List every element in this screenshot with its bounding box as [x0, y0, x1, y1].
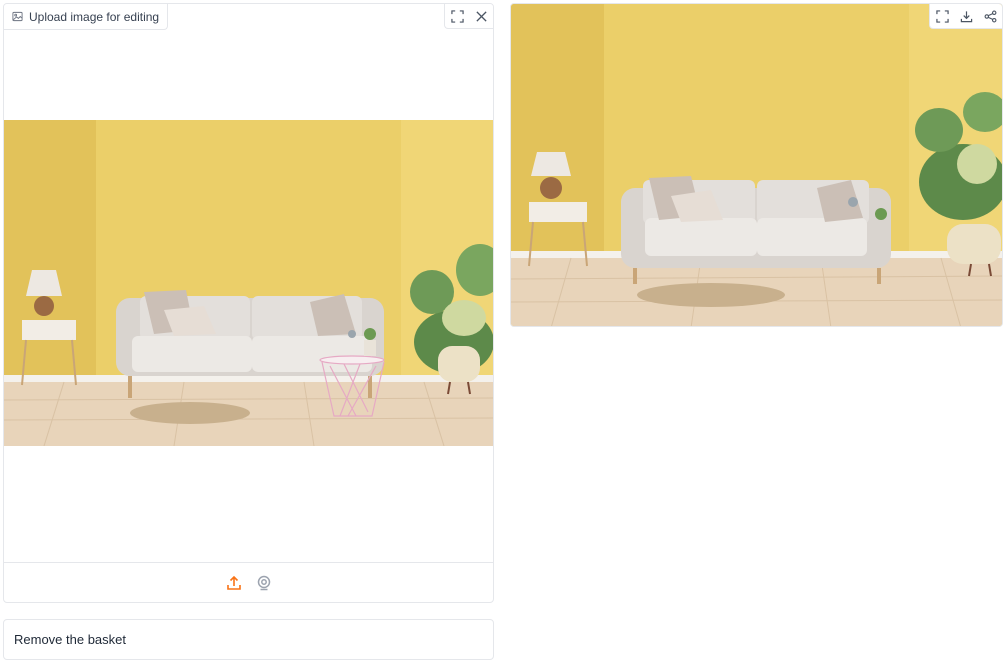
round-rug [130, 402, 250, 424]
download-button[interactable] [954, 4, 978, 28]
image-icon [12, 11, 23, 22]
result-fullscreen-button[interactable] [930, 4, 954, 28]
editor-icon-group [444, 4, 493, 29]
result-icon-group [929, 4, 1002, 29]
result-image [511, 4, 1002, 326]
result-round-rug [637, 283, 785, 307]
prompt-text: Remove the basket [14, 632, 127, 647]
share-icon [984, 10, 996, 22]
source-toolbar [4, 562, 493, 602]
upload-icon [226, 575, 241, 590]
upload-button[interactable] [224, 573, 244, 593]
download-icon [960, 10, 972, 22]
fullscreen-icon [935, 9, 949, 23]
prompt-textbox[interactable]: Remove the basket [3, 619, 494, 660]
result-sofa [621, 176, 891, 284]
fullscreen-icon [450, 9, 464, 23]
close-icon [475, 10, 487, 22]
left-wall-recess [4, 120, 96, 382]
webcam-icon [257, 575, 270, 590]
share-button[interactable] [978, 4, 1002, 28]
image-editor-panel: Upload image for editing [3, 3, 494, 603]
editor-image-canvas[interactable] [4, 120, 494, 446]
image-editor-label: Upload image for editing [4, 4, 169, 30]
result-image-panel [510, 3, 1003, 327]
fullscreen-button[interactable] [445, 4, 469, 28]
baseboard [4, 375, 493, 383]
clear-image-button[interactable] [469, 4, 493, 28]
webcam-button[interactable] [254, 573, 274, 593]
image-editor-label-text: Upload image for editing [29, 9, 160, 24]
